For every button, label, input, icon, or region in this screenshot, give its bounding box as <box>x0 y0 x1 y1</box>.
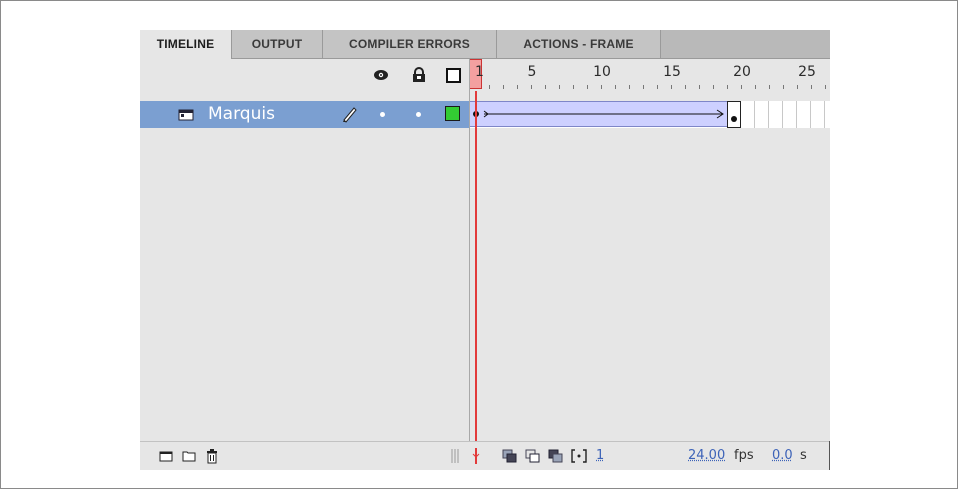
onion-skin-outline-icon[interactable] <box>525 448 541 464</box>
ruler-tick <box>629 85 630 89</box>
ruler-number: 20 <box>733 64 751 80</box>
ruler-tick <box>615 85 616 89</box>
empty-frame-cell[interactable] <box>783 101 797 128</box>
lock-icon[interactable] <box>411 67 427 83</box>
ruler-tick <box>643 85 644 89</box>
trash-icon[interactable] <box>204 448 220 464</box>
timeline-header: 5 10 15 20 25 1 <box>140 59 830 91</box>
empty-frame-cell[interactable] <box>755 101 769 128</box>
resize-grip-icon[interactable] <box>447 448 463 464</box>
modify-onion-markers-icon[interactable] <box>571 448 587 464</box>
playhead-frame-number: 1 <box>475 64 484 80</box>
ruler-tick <box>727 85 728 89</box>
edit-multiple-frames-icon[interactable] <box>548 448 564 464</box>
ruler-tick <box>755 85 756 89</box>
timeline-panel: TIMELINE OUTPUT COMPILER ERRORS ACTIONS … <box>140 30 830 470</box>
ruler-tick <box>545 85 546 89</box>
eye-icon[interactable] <box>373 67 389 83</box>
ruler-tick <box>811 85 812 89</box>
layers-frames-divider[interactable] <box>469 59 470 470</box>
current-frame-field[interactable]: 1 <box>596 448 604 463</box>
empty-frame-cell[interactable] <box>811 101 825 128</box>
ruler-tick <box>713 85 714 89</box>
elapsed-time-field: 0.0 <box>772 448 793 463</box>
visibility-dot-icon[interactable] <box>380 112 385 117</box>
pencil-icon <box>341 105 359 128</box>
timeline-bottom-bar: 1 24.00 fps 0.0 s <box>140 441 830 470</box>
empty-frame-cell[interactable] <box>825 101 830 128</box>
ruler-number: 5 <box>527 64 537 80</box>
ruler-tick <box>825 85 826 89</box>
frame-ruler[interactable]: 5 10 15 20 25 <box>469 59 830 91</box>
frame-rate-unit: fps <box>734 448 754 463</box>
lock-dot-icon[interactable] <box>416 112 421 117</box>
outline-color-icon[interactable] <box>445 106 460 121</box>
empty-frame-cell[interactable] <box>741 101 755 128</box>
frame-rate-field[interactable]: 24.00 <box>688 448 725 463</box>
layer-name[interactable]: Marquis <box>208 104 275 124</box>
ruler-tick <box>489 85 490 89</box>
ruler-tick <box>699 85 700 89</box>
motion-tween-span[interactable] <box>470 101 727 127</box>
layer-icon <box>178 107 194 126</box>
ruler-tick <box>559 85 560 89</box>
center-frame-icon[interactable] <box>468 448 484 464</box>
outline-square-icon[interactable] <box>445 67 461 83</box>
ruler-tick <box>671 85 672 89</box>
ruler-tick <box>573 85 574 89</box>
ruler-tick <box>657 85 658 89</box>
ruler-tick <box>503 85 504 89</box>
layer-frames[interactable] <box>470 101 830 128</box>
panel-tab-bar: TIMELINE OUTPUT COMPILER ERRORS ACTIONS … <box>140 30 830 59</box>
elapsed-time-unit: s <box>800 448 807 463</box>
tab-timeline[interactable]: TIMELINE <box>140 30 232 59</box>
ruler-tick <box>517 85 518 89</box>
ruler-number: 10 <box>593 64 611 80</box>
ruler-number: 25 <box>798 64 816 80</box>
layer-row-marquis[interactable]: Marquis <box>140 101 469 128</box>
ruler-tick <box>797 85 798 89</box>
ruler-tick <box>769 85 770 89</box>
ruler-tick <box>601 85 602 89</box>
new-folder-icon[interactable] <box>181 448 197 464</box>
playhead-line <box>475 91 477 470</box>
ruler-tick <box>587 85 588 89</box>
ruler-tick <box>685 85 686 89</box>
ruler-tick <box>741 85 742 89</box>
tab-actions-frame[interactable]: ACTIONS - FRAME <box>497 30 661 58</box>
ruler-tick <box>531 85 532 89</box>
empty-frame-cell[interactable] <box>769 101 783 128</box>
empty-frame-cell[interactable] <box>797 101 811 128</box>
onion-skin-icon[interactable] <box>502 448 518 464</box>
ruler-tick <box>783 85 784 89</box>
end-keyframe[interactable] <box>727 101 741 128</box>
tab-compiler-errors[interactable]: COMPILER ERRORS <box>323 30 497 58</box>
ruler-number: 15 <box>663 64 681 80</box>
new-layer-icon[interactable] <box>158 448 174 464</box>
tab-output[interactable]: OUTPUT <box>232 30 323 58</box>
bottom-bar-separator <box>829 441 830 470</box>
